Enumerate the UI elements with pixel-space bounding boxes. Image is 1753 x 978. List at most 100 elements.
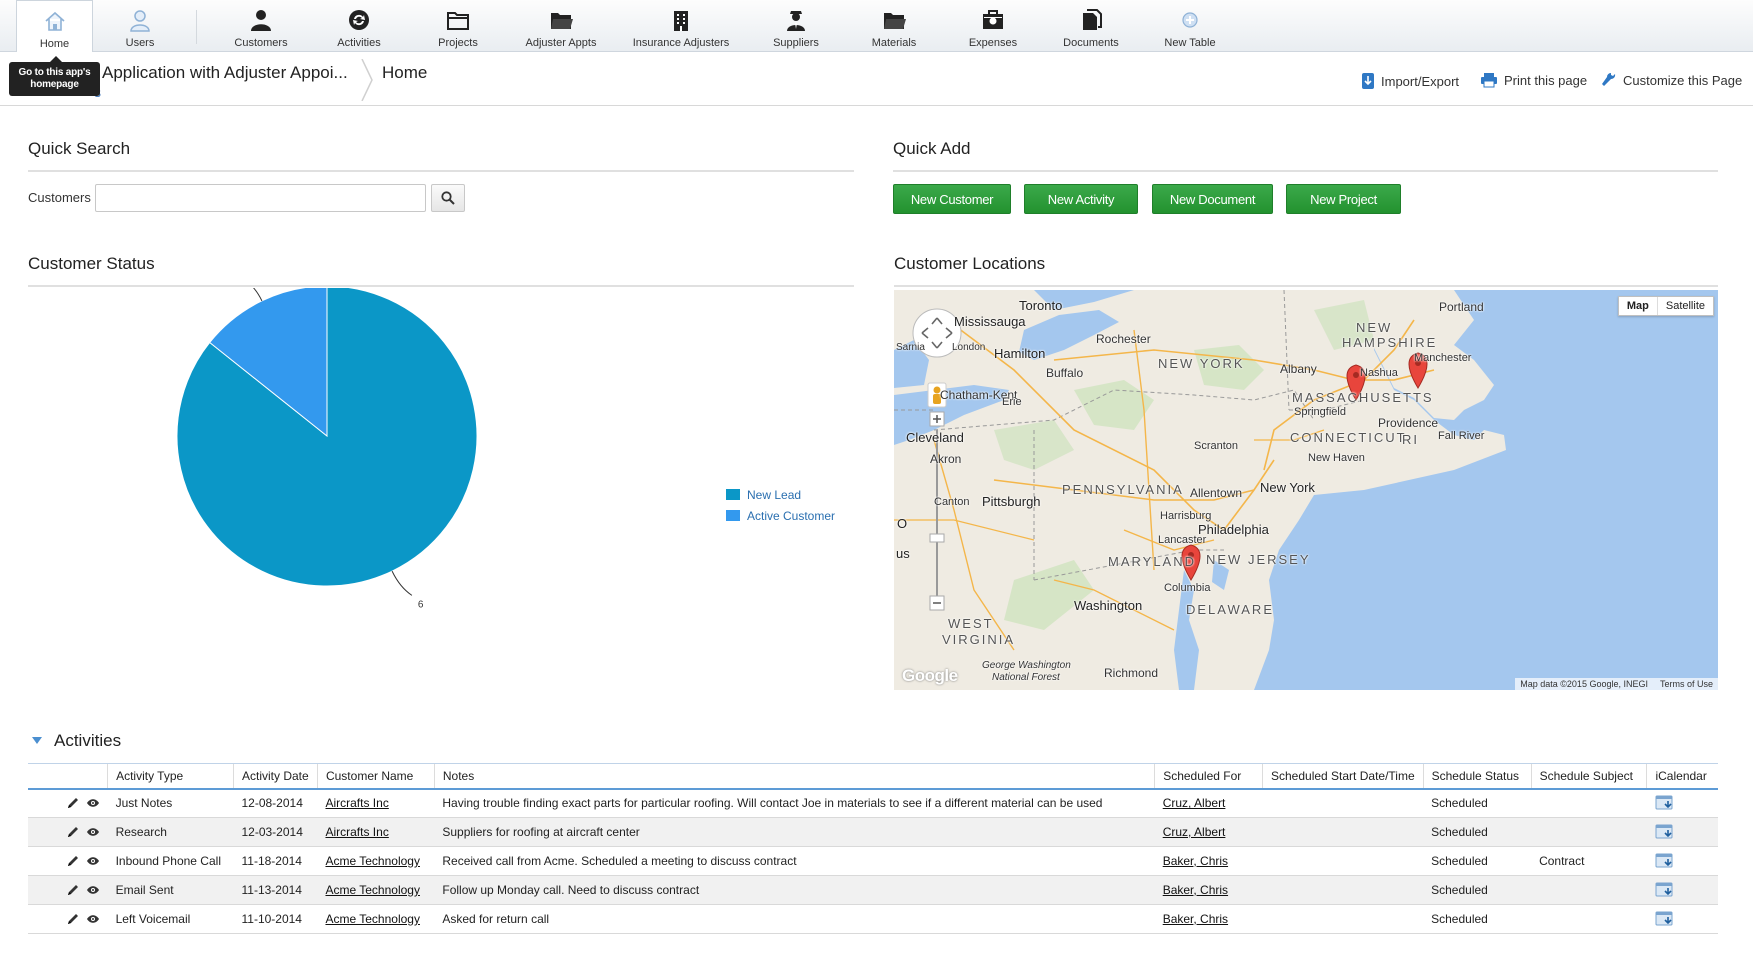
scheduled-for-link[interactable]: Baker, Chris (1163, 912, 1228, 926)
view-eye-icon[interactable] (86, 798, 100, 808)
cell-schedule-subject: Contract (1531, 846, 1647, 876)
print-page-button[interactable]: Print this page (1480, 72, 1587, 88)
cell-notes: Having trouble finding exact parts for p… (434, 788, 1155, 818)
map-label: Buffalo (1046, 366, 1084, 380)
column-header-scheduled-start[interactable]: Scheduled Start Date/Time (1262, 763, 1424, 790)
icalendar-download-icon[interactable] (1655, 910, 1675, 926)
map-type-map-button[interactable]: Map (1619, 297, 1658, 315)
map-label: Lancaster (1158, 534, 1207, 546)
column-header-activity-date[interactable]: Activity Date (232, 763, 318, 790)
view-eye-icon[interactable] (86, 885, 100, 895)
view-eye-icon[interactable] (86, 856, 100, 866)
map-label: Sarnia (896, 342, 925, 353)
icalendar-download-icon[interactable] (1655, 852, 1675, 868)
icalendar-download-icon[interactable] (1655, 794, 1675, 810)
nav-item-suppliers[interactable]: Suppliers (756, 0, 836, 52)
column-header-activity-type[interactable]: Activity Type (107, 763, 234, 790)
view-eye-icon[interactable] (86, 827, 100, 837)
nav-item-home[interactable]: Home (16, 0, 93, 52)
nav-item-label: Materials (871, 37, 917, 49)
map-label: Washington (1074, 598, 1143, 613)
cell-activity-date: 12-03-2014 (233, 817, 318, 847)
cell-activity-type: Email Sent (107, 875, 234, 905)
column-header-schedule-status[interactable]: Schedule Status (1422, 763, 1532, 790)
nav-item-activities[interactable]: Activities (320, 0, 398, 52)
customer-locations-map[interactable]: Toronto Mississauga Hamilton Sarnia Lond… (894, 290, 1718, 690)
column-header-customer-name[interactable]: Customer Name (316, 763, 435, 790)
nav-item-projects[interactable]: Projects (419, 0, 497, 52)
new-activity-button[interactable]: New Activity (1024, 184, 1138, 214)
column-header-notes[interactable]: Notes (433, 763, 1155, 790)
nav-item-materials[interactable]: Materials (855, 0, 933, 52)
new-customer-button[interactable]: New Customer (893, 184, 1011, 214)
edit-pencil-icon[interactable] (66, 796, 80, 810)
documents-icon (1078, 8, 1104, 32)
customer-name-link[interactable]: Aircrafts Inc (325, 825, 388, 839)
nav-item-users[interactable]: Users (100, 0, 180, 52)
cell-schedule-status: Scheduled (1423, 846, 1532, 876)
scheduled-for-link[interactable]: Cruz, Albert (1163, 825, 1226, 839)
search-icon (441, 191, 455, 205)
column-header-schedule-subject[interactable]: Schedule Subject (1530, 763, 1647, 790)
icalendar-download-icon[interactable] (1655, 881, 1675, 897)
activities-section-toggle[interactable]: Activities (32, 731, 121, 751)
nav-item-insurance-adjusters[interactable]: Insurance Adjusters (626, 0, 736, 52)
icalendar-download-icon[interactable] (1655, 823, 1675, 839)
edit-pencil-icon[interactable] (66, 854, 80, 868)
map-label: NEW YORK (1158, 356, 1245, 371)
map-label: George Washington (982, 660, 1071, 671)
legend-item-active-customer[interactable]: Active Customer (726, 509, 835, 523)
map-label: New York (1260, 480, 1315, 495)
map-label: Richmond (1104, 666, 1159, 680)
customer-locations-title: Customer Locations (894, 254, 1046, 273)
edit-pencil-icon[interactable] (66, 883, 80, 897)
map-label: DELAWARE (1186, 602, 1274, 617)
nav-item-customers[interactable]: Customers (222, 0, 300, 52)
cell-activity-type: Inbound Phone Call (107, 846, 234, 876)
map-label: Rochester (1096, 332, 1151, 346)
map-label: NEW (1356, 320, 1393, 335)
nav-item-expenses[interactable]: Expenses (954, 0, 1032, 52)
cell-schedule-status: Scheduled (1423, 875, 1532, 905)
map-label: O (897, 516, 908, 531)
edit-pencil-icon[interactable] (66, 825, 80, 839)
quick-search-title: Quick Search (28, 139, 131, 158)
nav-item-adjuster-appts[interactable]: Adjuster Appts (516, 0, 606, 52)
folder-icon (548, 8, 574, 32)
scheduled-for-link[interactable]: Baker, Chris (1163, 854, 1228, 868)
scheduled-for-link[interactable]: Cruz, Albert (1163, 796, 1226, 810)
scheduled-for-link[interactable]: Baker, Chris (1163, 883, 1228, 897)
wrench-icon (1602, 73, 1616, 86)
search-button[interactable] (431, 184, 465, 212)
app-title[interactable]: Application with Adjuster Appoi... (102, 63, 348, 83)
customer-name-link[interactable]: Acme Technology (325, 912, 420, 926)
edit-pencil-icon[interactable] (66, 912, 80, 926)
map-type-satellite-button[interactable]: Satellite (1658, 297, 1713, 315)
new-document-button[interactable]: New Document (1152, 184, 1273, 214)
import-export-button[interactable]: Import/Export (1361, 72, 1459, 90)
map-label: National Forest (992, 672, 1060, 683)
view-eye-icon[interactable] (86, 914, 100, 924)
customers-search-input[interactable] (95, 184, 426, 212)
google-logo: Google (902, 666, 958, 685)
nav-item-new-table[interactable]: New Table (1150, 0, 1230, 52)
customer-name-link[interactable]: Aircrafts Inc (325, 796, 388, 810)
cell-schedule-subject (1531, 788, 1647, 818)
nav-item-documents[interactable]: Documents (1052, 0, 1130, 52)
map-label: WEST (948, 616, 994, 631)
cell-activity-date: 11-13-2014 (233, 875, 318, 905)
cell-activity-type: Just Notes (107, 788, 234, 818)
legend-swatch (726, 489, 740, 500)
customer-name-link[interactable]: Acme Technology (325, 854, 420, 868)
map-label: Hamilton (994, 346, 1046, 361)
cell-scheduled-start (1262, 904, 1424, 934)
map-label: Providence (1378, 416, 1439, 430)
customize-page-button[interactable]: Customize this Page (1601, 72, 1742, 88)
customer-name-link[interactable]: Acme Technology (325, 883, 420, 897)
column-header-actions (28, 763, 108, 790)
map-terms-link[interactable]: Terms of Use (1660, 679, 1713, 689)
map-label: Toronto (1019, 298, 1063, 313)
new-project-button[interactable]: New Project (1286, 184, 1401, 214)
legend-item-new-lead[interactable]: New Lead (726, 488, 801, 502)
column-header-scheduled-for[interactable]: Scheduled For (1154, 763, 1263, 790)
